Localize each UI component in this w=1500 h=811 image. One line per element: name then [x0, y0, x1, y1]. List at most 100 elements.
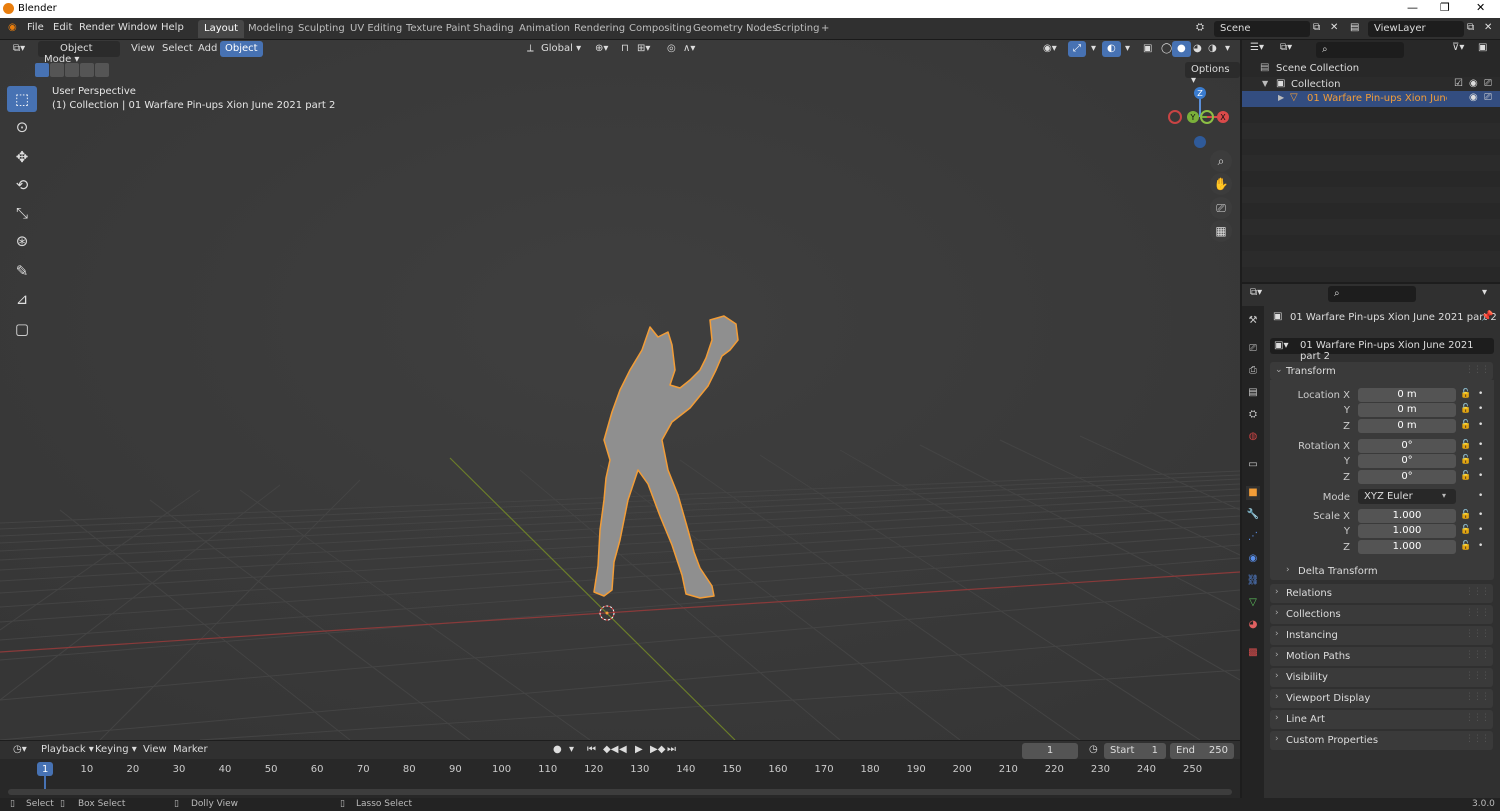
collection-visibility-icon[interactable]: ◉: [1469, 78, 1478, 89]
output-tab-icon[interactable]: ⎙: [1246, 364, 1260, 378]
select-invert-icon[interactable]: [80, 63, 94, 77]
keyframe-dot-icon[interactable]: •: [1478, 404, 1483, 414]
keyframe-dot-icon[interactable]: •: [1478, 510, 1483, 520]
timeline-scrollbar[interactable]: [8, 789, 1232, 795]
filter-icon[interactable]: ⊽▾: [1452, 42, 1464, 53]
menu-window[interactable]: Window: [118, 22, 157, 33]
object-expand-icon[interactable]: ▶: [1278, 93, 1284, 102]
transform-orientation-dropdown[interactable]: Global ▾: [536, 41, 586, 57]
collection-render-icon[interactable]: ⎚: [1484, 78, 1492, 89]
falloff-icon[interactable]: ∧▾: [678, 41, 700, 57]
measure-tool-icon[interactable]: ⊿: [7, 286, 37, 312]
options-dropdown[interactable]: Options ▾: [1185, 62, 1240, 86]
world-tab-icon[interactable]: ◍: [1246, 430, 1260, 444]
current-frame-field[interactable]: 1: [1022, 743, 1078, 759]
constraints-tab-icon[interactable]: ⛓: [1246, 574, 1260, 588]
add-cube-tool-icon[interactable]: ▢: [7, 316, 37, 342]
keyframe-dot-icon[interactable]: •: [1478, 455, 1483, 465]
transform-panel-header[interactable]: ⌄ Transform ⋮⋮⋮: [1270, 362, 1493, 380]
physics-tab-icon[interactable]: ◉: [1246, 552, 1260, 566]
scale-x-field[interactable]: 1.000: [1358, 509, 1456, 523]
rotation-mode-dropdown[interactable]: XYZ Euler ▾: [1358, 489, 1456, 504]
3d-viewport[interactable]: ⧉▾ Object Mode ▾ View Select Add Object …: [0, 40, 1240, 740]
select-subtract-icon[interactable]: [65, 63, 79, 77]
visibility-icon[interactable]: ◉▾: [1038, 41, 1062, 57]
panel-grip-icon[interactable]: ⋮⋮⋮: [1465, 692, 1490, 702]
keyframe-dot-icon[interactable]: •: [1478, 389, 1483, 399]
expand-chevron-icon[interactable]: ▼: [1262, 79, 1268, 88]
jump-end-icon[interactable]: ⏭: [662, 742, 681, 758]
lock-location-x-icon[interactable]: 🔓: [1460, 389, 1471, 399]
scale-z-field[interactable]: 1.000: [1358, 540, 1456, 554]
camera-view-icon[interactable]: ⎚: [1210, 197, 1232, 219]
particles-tab-icon[interactable]: ⋰: [1246, 530, 1260, 544]
select-intersect-icon[interactable]: [95, 63, 109, 77]
gizmo-toggle-icon[interactable]: ⤢: [1068, 41, 1086, 57]
pivot-icon[interactable]: ⊕▾: [590, 41, 613, 57]
properties-search-input[interactable]: ⌕: [1328, 286, 1416, 302]
panel-grip-icon[interactable]: ⋮⋮⋮: [1465, 608, 1490, 618]
exclude-checkbox-icon[interactable]: ☑: [1454, 78, 1463, 89]
relations-panel-header[interactable]: › Relations ⋮⋮⋮: [1270, 584, 1493, 603]
scene-selector[interactable]: Scene: [1214, 21, 1310, 37]
tab-sculpting[interactable]: Sculpting: [292, 20, 351, 38]
end-frame-field[interactable]: End 250: [1170, 743, 1234, 759]
mode-dropdown[interactable]: Object Mode ▾: [38, 41, 120, 65]
tab-shading[interactable]: Shading: [467, 20, 520, 38]
properties-editor-icon[interactable]: ⧉▾: [1250, 287, 1262, 298]
rotation-y-field[interactable]: 0°: [1358, 454, 1456, 468]
menu-add[interactable]: Add: [193, 41, 222, 57]
timeline-view-menu[interactable]: View: [138, 742, 172, 758]
lock-scale-z-icon[interactable]: 🔓: [1460, 541, 1471, 551]
lock-rotation-z-icon[interactable]: 🔓: [1460, 471, 1471, 481]
blender-menu-icon[interactable]: ◉: [8, 22, 17, 33]
restore-icon[interactable]: ❐: [1440, 1, 1450, 14]
menu-help[interactable]: Help: [161, 22, 184, 33]
outliner-row-scene-collection[interactable]: ▤ Scene Collection: [1242, 61, 1500, 77]
tab-rendering[interactable]: Rendering: [568, 20, 631, 38]
ortho-toggle-icon[interactable]: ▦: [1210, 220, 1232, 242]
tab-texture-paint[interactable]: Texture Paint: [400, 20, 477, 38]
modifier-tab-icon[interactable]: 🔧: [1246, 508, 1260, 522]
panel-grip-icon[interactable]: ⋮⋮⋮: [1465, 587, 1490, 597]
snap-target-icon[interactable]: ⊞▾: [632, 41, 655, 57]
keyframe-dot-icon[interactable]: •: [1478, 471, 1483, 481]
menu-file[interactable]: File: [27, 22, 44, 33]
overlay-dropdown-icon[interactable]: ▾: [1120, 41, 1135, 57]
line-art-panel-header[interactable]: › Line Art ⋮⋮⋮: [1270, 710, 1493, 729]
new-scene-icon[interactable]: ⧉: [1313, 22, 1320, 33]
lock-rotation-y-icon[interactable]: 🔓: [1460, 455, 1471, 465]
overlay-toggle-icon[interactable]: ◐: [1102, 41, 1121, 57]
lock-rotation-x-icon[interactable]: 🔓: [1460, 440, 1471, 450]
pin-icon[interactable]: 📌: [1481, 311, 1493, 322]
keying-dropdown-icon[interactable]: ▾: [564, 742, 579, 758]
remove-scene-icon[interactable]: ✕: [1330, 22, 1338, 33]
rotate-tool-icon[interactable]: ⟲: [7, 172, 37, 198]
object-datablock-icon[interactable]: ▣▾: [1274, 340, 1288, 351]
keyframe-dot-icon[interactable]: •: [1478, 420, 1483, 430]
panel-grip-icon[interactable]: ⋮⋮⋮: [1465, 629, 1490, 639]
new-view-layer-icon[interactable]: ⧉: [1467, 22, 1474, 33]
keyframe-dot-icon[interactable]: •: [1478, 491, 1483, 501]
rendered-shading-icon[interactable]: ◑: [1203, 41, 1222, 57]
xray-icon[interactable]: ▣: [1138, 41, 1157, 57]
view-layer-tab-icon[interactable]: ▤: [1246, 386, 1260, 400]
transform-tool-icon[interactable]: ⊛: [7, 228, 37, 254]
shading-dropdown-icon[interactable]: ▾: [1220, 41, 1235, 57]
navigation-gizmo[interactable]: Z Y X: [1165, 84, 1235, 150]
tab-modeling[interactable]: Modeling: [242, 20, 300, 38]
remove-view-layer-icon[interactable]: ✕: [1484, 22, 1492, 33]
tab-uv-editing[interactable]: UV Editing: [344, 20, 408, 38]
object-render-icon[interactable]: ⎚: [1484, 92, 1492, 103]
marker-menu[interactable]: Marker: [168, 742, 213, 758]
menu-render[interactable]: Render: [79, 22, 115, 33]
instancing-panel-header[interactable]: › Instancing ⋮⋮⋮: [1270, 626, 1493, 645]
gizmo-dropdown-icon[interactable]: ▾: [1086, 41, 1101, 57]
data-tab-icon[interactable]: ▽: [1246, 596, 1260, 610]
motion-paths-panel-header[interactable]: › Motion Paths ⋮⋮⋮: [1270, 647, 1493, 666]
scene-icon[interactable]: ⛭: [1196, 22, 1204, 33]
object-name-field[interactable]: ▣▾ 01 Warfare Pin-ups Xion June 2021 par…: [1270, 338, 1494, 362]
location-z-field[interactable]: 0 m: [1358, 419, 1456, 433]
visibility-panel-header[interactable]: › Visibility ⋮⋮⋮: [1270, 668, 1493, 687]
view-layer-selector[interactable]: ViewLayer: [1368, 21, 1464, 37]
